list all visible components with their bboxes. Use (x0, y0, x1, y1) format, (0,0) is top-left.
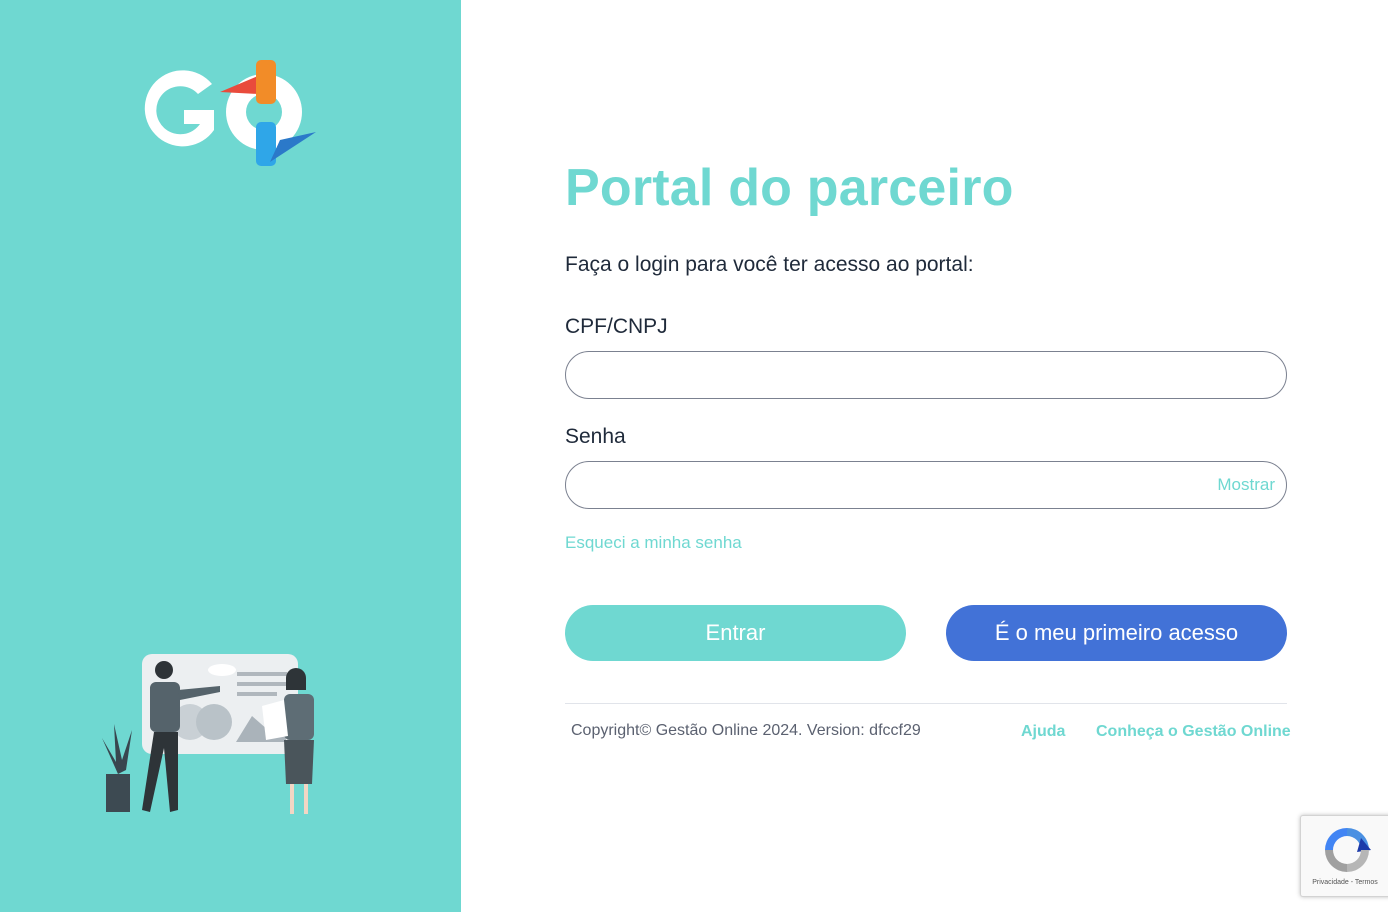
business-people-presentation-illustration (102, 654, 314, 814)
go-logo (144, 60, 316, 166)
page-title: Portal do parceiro (565, 159, 1014, 217)
know-gestao-online-link[interactable]: Conheça o Gestão Online (1096, 721, 1291, 743)
right-panel (461, 0, 1388, 912)
show-password-toggle[interactable]: Mostrar (1195, 473, 1275, 497)
cpf-label: CPF/CNPJ (565, 315, 668, 338)
login-instructions: Faça o login para você ter acesso ao por… (565, 253, 974, 276)
enter-button[interactable]: Entrar (565, 605, 906, 661)
recaptcha-badge[interactable]: Privacidade - Termos (1300, 815, 1388, 897)
forgot-password-link[interactable]: Esqueci a minha senha (565, 531, 742, 555)
footer-divider (565, 703, 1287, 704)
first-access-button[interactable]: É o meu primeiro acesso (946, 605, 1287, 661)
cpf-input[interactable] (565, 351, 1287, 399)
copyright-text: Copyright© Gestão Online 2024. Version: … (571, 722, 921, 739)
recaptcha-terms[interactable]: Privacidade - Termos (1301, 878, 1388, 888)
left-panel (0, 0, 461, 912)
password-label: Senha (565, 425, 626, 448)
recaptcha-icon (1325, 828, 1371, 872)
password-input[interactable] (565, 461, 1287, 509)
help-link[interactable]: Ajuda (1021, 721, 1065, 743)
